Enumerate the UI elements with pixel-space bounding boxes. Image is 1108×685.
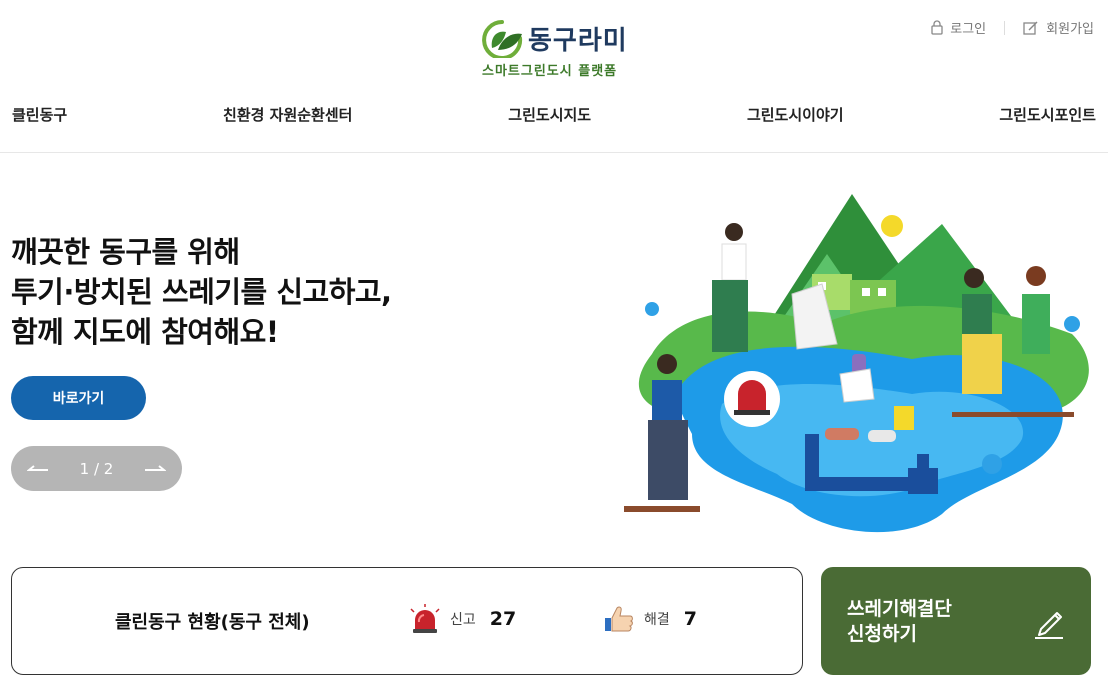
hero-line-2: 투기·방치된 쓰레기를 신고하고, xyxy=(11,275,392,309)
pencil-icon xyxy=(1035,612,1063,639)
utility-menu: 로그인 회원가입 xyxy=(931,18,1094,37)
brand-name: 동구라미 xyxy=(528,26,628,56)
lock-icon xyxy=(931,20,943,35)
resolved-count: 7 xyxy=(683,608,697,630)
nav-item-green-story[interactable]: 그린도시이야기 xyxy=(747,104,844,128)
resolved-stat: 해결 7 xyxy=(604,604,697,634)
slide-pager: 1 / 2 xyxy=(11,446,182,491)
hero-line-1: 깨끗한 동구를 위해 xyxy=(11,235,240,269)
main-nav: 클린동구 친환경 자원순환센터 그린도시지도 그린도시이야기 그린도시포인트 xyxy=(12,104,1096,128)
next-slide-button[interactable] xyxy=(142,459,168,479)
nav-item-green-point[interactable]: 그린도시포인트 xyxy=(999,104,1096,128)
go-button[interactable]: 바로가기 xyxy=(11,376,146,420)
resolved-label: 해결 xyxy=(644,612,670,628)
siren-icon xyxy=(410,604,440,633)
site-logo[interactable]: 동구라미 스마트그린도시 플랫폼 xyxy=(480,14,640,84)
pager-count: 1 / 2 xyxy=(79,459,114,478)
report-label: 신고 xyxy=(450,612,476,628)
apply-label-line-1: 쓰레기해결단 xyxy=(847,598,952,620)
logo-leaf-icon xyxy=(482,20,523,58)
arrow-right-icon xyxy=(145,464,166,471)
report-stat: 신고 27 xyxy=(410,604,516,634)
trash-squad-apply-button[interactable]: 쓰레기해결단 신청하기 xyxy=(821,567,1091,675)
hero-line-3: 함께 지도에 참여해요! xyxy=(11,315,279,349)
signup-label: 회원가입 xyxy=(1046,22,1094,37)
apply-label-line-2: 신청하기 xyxy=(847,623,917,645)
hero-headline: 깨끗한 동구를 위해 투기·방치된 쓰레기를 신고하고, 함께 지도에 참여해요… xyxy=(11,232,531,352)
thumbs-up-icon xyxy=(605,606,633,632)
edit-icon xyxy=(1023,21,1038,35)
login-link[interactable]: 로그인 xyxy=(931,18,986,37)
signup-link[interactable]: 회원가입 xyxy=(1023,18,1094,37)
login-label: 로그인 xyxy=(950,22,987,37)
nav-item-clean-donggu[interactable]: 클린동구 xyxy=(12,104,67,128)
brand-tagline: 스마트그린도시 플랫폼 xyxy=(482,64,618,79)
hero-illustration xyxy=(624,194,1089,533)
nav-item-green-map[interactable]: 그린도시지도 xyxy=(508,104,591,128)
clean-status-panel: 클린동구 현황(동구 전체) 신고 27 해결 7 xyxy=(11,567,803,675)
arrow-left-icon xyxy=(27,464,48,471)
util-divider xyxy=(1004,20,1006,35)
nav-divider xyxy=(0,152,1108,153)
apply-label: 쓰레기해결단 신청하기 xyxy=(847,597,952,647)
prev-slide-button[interactable] xyxy=(25,459,51,479)
nav-item-recycling-center[interactable]: 친환경 자원순환센터 xyxy=(223,104,352,128)
report-count: 27 xyxy=(489,608,517,630)
status-title: 클린동구 현황(동구 전체) xyxy=(115,612,310,633)
